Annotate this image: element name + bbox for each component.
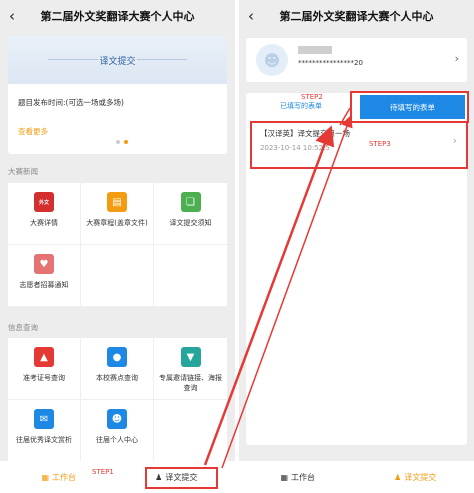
- submit-banner-card[interactable]: 译文提交 题目发布时间:(可选一场或多场) 查看更多: [8, 36, 227, 154]
- step2-highlight-box: [350, 91, 469, 123]
- view-more-link[interactable]: 查看更多: [18, 126, 48, 137]
- user-icon: ☻: [107, 409, 127, 429]
- empty-cell: [81, 245, 154, 307]
- banner-title: 译文提交: [99, 56, 136, 67]
- info-grid: ▲ 准考证号查询 ● 本校赛点查询 ▼ 专属邀请链接、海报查询 ✉ 往届优秀译文…: [8, 338, 227, 462]
- profile-phone: ****************20: [298, 59, 363, 67]
- carousel-dots: [116, 140, 128, 144]
- step1-highlight-box: [145, 467, 218, 489]
- news-logo-icon: 外文: [34, 192, 54, 212]
- graduation-cap-icon: ▲: [34, 347, 54, 367]
- tab-submit[interactable]: ♟ 译文提交: [357, 461, 474, 493]
- right-screen: ‹ 第二届外文奖翻译大赛个人中心 ☻ ****************20 › …: [239, 0, 474, 493]
- chat-icon: ✉: [34, 409, 54, 429]
- info-section-label: 信息查询: [8, 323, 38, 332]
- carousel-dot-active: [124, 140, 128, 144]
- news-section-label: 大赛新闻: [8, 167, 38, 176]
- carousel-dot: [116, 140, 120, 144]
- bottom-tab-bar: ▦ 工作台 ♟ 译文提交: [239, 461, 474, 493]
- news-item-label: 志愿者招募通知: [19, 281, 69, 289]
- info-item-label: 准考证号查询: [23, 374, 65, 382]
- heart-icon: ♥: [34, 254, 54, 274]
- back-icon[interactable]: ‹: [9, 7, 15, 25]
- news-item-details[interactable]: 外文 大赛详情: [8, 183, 81, 245]
- info-item-admission[interactable]: ▲ 准考证号查询: [8, 338, 81, 400]
- step2-annotation: STEP2: [301, 93, 323, 101]
- info-item-label: 往届个人中心: [96, 436, 138, 444]
- avatar: ☻: [256, 44, 288, 76]
- info-item-label: 往届优秀译文赏析: [16, 436, 72, 444]
- tab-workbench[interactable]: ▦ 工作台: [0, 461, 118, 493]
- news-item-rules[interactable]: ▤ 大赛章程(盖章文件): [81, 183, 154, 245]
- title-bar: ‹ 第二届外文奖翻译大赛个人中心: [239, 0, 474, 32]
- tab-label: 译文提交: [404, 472, 437, 482]
- news-grid: 外文 大赛详情 ▤ 大赛章程(盖章文件) ❑ 译文提交须知 ♥ 志愿者招募通知: [8, 183, 227, 307]
- info-item-label: 专属邀请链接、海报查询: [159, 374, 222, 392]
- grid-icon: ▦: [41, 472, 50, 482]
- person-icon: ♟: [394, 472, 402, 482]
- info-item-past-center[interactable]: ☻ 往届个人中心: [81, 400, 154, 462]
- book-icon: ❑: [180, 192, 201, 212]
- info-item-label: 本校赛点查询: [96, 374, 138, 382]
- location-pin-icon: ●: [107, 347, 127, 367]
- info-item-venue[interactable]: ● 本校赛点查询: [81, 338, 154, 400]
- news-item-label: 译文提交须知: [169, 219, 212, 227]
- news-item-label: 大赛详情: [30, 219, 58, 227]
- title-bar: ‹ 第二届外文奖翻译大赛个人中心: [0, 0, 235, 32]
- profile-card[interactable]: ☻ ****************20 ›: [246, 38, 467, 82]
- news-item-volunteer[interactable]: ♥ 志愿者招募通知: [8, 245, 81, 307]
- grid-icon: ▦: [280, 472, 289, 482]
- decor-line: [48, 59, 98, 60]
- banner-subtitle: 题目发布时间:(可选一场或多场): [18, 98, 124, 107]
- tab-label: 工作台: [52, 472, 77, 482]
- left-screen: ‹ 第二届外文奖翻译大赛个人中心 译文提交 题目发布时间:(可选一场或多场) 查…: [0, 0, 235, 493]
- step1-annotation: STEP1: [92, 468, 114, 476]
- profile-name-redacted: [298, 46, 332, 54]
- news-item-notice[interactable]: ❑ 译文提交须知: [154, 183, 227, 245]
- tab-workbench[interactable]: ▦ 工作台: [239, 461, 357, 493]
- tab-label: 工作台: [291, 472, 316, 482]
- cup-icon: ▼: [180, 347, 201, 367]
- tab-label: 已填写的表单: [280, 102, 322, 110]
- step3-highlight-box: [250, 121, 468, 169]
- decor-line: [137, 59, 187, 60]
- page-title: 第二届外文奖翻译大赛个人中心: [40, 10, 195, 23]
- chevron-right-icon: ›: [454, 52, 459, 65]
- news-item-label: 大赛章程(盖章文件): [86, 219, 148, 227]
- empty-cell: [154, 400, 227, 462]
- empty-cell: [154, 245, 227, 307]
- info-item-invite[interactable]: ▼ 专属邀请链接、海报查询: [154, 338, 227, 400]
- banner-header: 译文提交: [8, 36, 227, 84]
- document-icon: ▤: [107, 192, 127, 212]
- info-item-showcase[interactable]: ✉ 往届优秀译文赏析: [8, 400, 81, 462]
- back-icon[interactable]: ‹: [248, 7, 254, 25]
- page-title: 第二届外文奖翻译大赛个人中心: [279, 10, 434, 23]
